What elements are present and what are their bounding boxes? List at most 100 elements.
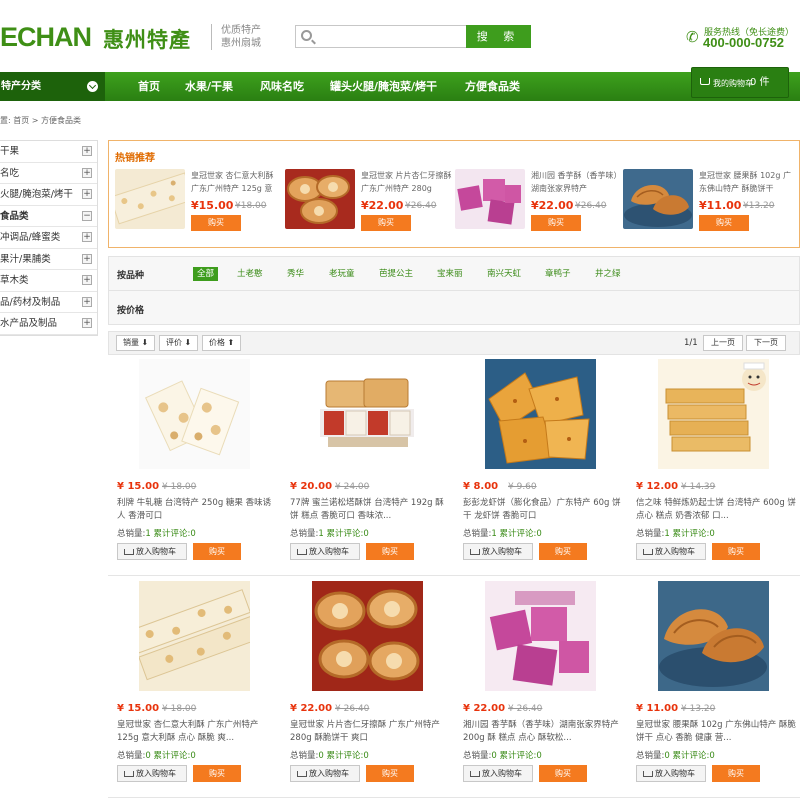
sidebar-item[interactable]: 水产品及制品 + <box>0 313 97 335</box>
reviews-label[interactable]: 累计评论: <box>154 529 191 539</box>
buy-button[interactable]: 购买 <box>366 543 414 560</box>
sidebar-item[interactable]: 草木类 + <box>0 270 97 292</box>
product-image-almond-biscuit[interactable] <box>285 169 355 229</box>
expand-icon[interactable]: + <box>82 146 92 156</box>
product-image-cashew-cookie[interactable] <box>623 169 693 229</box>
expand-icon[interactable]: + <box>82 296 92 307</box>
product-image-cheese-cracker[interactable] <box>658 359 769 469</box>
filter-option[interactable]: 南兴天虹 <box>487 267 521 281</box>
buy-button[interactable]: 购买 <box>539 765 587 782</box>
buy-button[interactable]: 购买 <box>712 543 760 560</box>
next-page-button[interactable]: 下一页 <box>746 335 786 351</box>
product-name[interactable]: 皇冠世家 腰果酥 102g 广东佛山特产 酥脆饼干 点心 香脆 健康 营... <box>636 719 796 745</box>
product-image-nougat[interactable] <box>115 169 185 229</box>
product-name[interactable]: 利牌 牛轧糖 台湾特产 250g 糖果 香味诱人 香滑可口 <box>117 497 277 523</box>
reviews-label[interactable]: 累计评论: <box>673 529 710 539</box>
expand-icon[interactable]: + <box>82 167 92 178</box>
add-to-cart-button[interactable]: 放入购物车 <box>117 765 187 782</box>
product-image-taro-cake[interactable] <box>455 169 525 229</box>
product-name[interactable]: 湘川园 香芋酥（香芋味）湖南张家界特产 200g 酥 糕点 点心 酥软松... <box>463 719 623 745</box>
reviews-label[interactable]: 累计评论: <box>327 751 364 761</box>
add-to-cart-button[interactable]: 放入购物车 <box>463 543 533 560</box>
logo-text-en[interactable]: ECHAN <box>0 22 92 53</box>
hot-item-name[interactable]: 皇冠世家 腰果酥 102g 广东佛山特产 酥脆饼干 <box>699 169 791 195</box>
prev-page-button[interactable]: 上一页 <box>703 335 743 351</box>
nav-item-snacks[interactable]: 风味名吃 <box>260 72 304 101</box>
filter-option[interactable]: 宝来丽 <box>437 267 463 281</box>
hot-item-name[interactable]: 皇冠世家 片片杏仁牙擦酥 广东广州特产 280g <box>361 169 453 195</box>
filter-option[interactable]: 秀华 <box>287 267 304 281</box>
reviews-count[interactable]: 0 <box>190 751 195 761</box>
reviews-count[interactable]: 0 <box>709 529 714 539</box>
product-image-taro-cake[interactable] <box>485 581 596 691</box>
category-menu-toggle[interactable]: 特产分类 <box>0 72 105 101</box>
product-image-nougat[interactable] <box>139 359 250 469</box>
add-to-cart-button[interactable]: 放入购物车 <box>117 543 187 560</box>
nav-item-canned[interactable]: 罐头火腿/腌泡菜/烤干 <box>330 72 437 101</box>
buy-button[interactable]: 购买 <box>191 215 241 231</box>
reviews-count[interactable]: 0 <box>709 751 714 761</box>
expand-icon[interactable]: + <box>82 189 92 199</box>
product-image-cashew-cookie[interactable] <box>658 581 769 691</box>
buy-button[interactable]: 购买 <box>539 543 587 560</box>
reviews-label[interactable]: 累计评论: <box>500 751 537 761</box>
sort-by-review-button[interactable]: 评价 ⬇ <box>159 335 199 351</box>
sidebar-item-active[interactable]: 食品类 − <box>0 206 97 227</box>
reviews-label[interactable]: 累计评论: <box>154 751 191 761</box>
sort-by-sales-button[interactable]: 销量 ⬇ <box>116 335 156 351</box>
filter-option[interactable]: 章鸭子 <box>545 267 571 281</box>
expand-icon[interactable]: + <box>82 253 92 264</box>
sidebar-item[interactable]: 名吃 + <box>0 163 97 184</box>
buy-button[interactable]: 购买 <box>531 215 581 231</box>
expand-icon[interactable]: + <box>82 232 92 242</box>
reviews-count[interactable]: 0 <box>536 751 541 761</box>
reviews-count[interactable]: 0 <box>536 529 541 539</box>
sidebar-item[interactable]: 冲调品/蜂蜜类 + <box>0 227 97 249</box>
filter-option[interactable]: 芭提公主 <box>379 267 413 281</box>
product-image-nougat[interactable] <box>139 581 250 691</box>
add-to-cart-button[interactable]: 放入购物车 <box>636 765 706 782</box>
buy-button[interactable]: 购买 <box>361 215 411 231</box>
expand-icon[interactable]: + <box>82 275 92 285</box>
collapse-icon[interactable]: − <box>82 210 92 221</box>
product-name[interactable]: 皇冠世家 片片杏仁牙擦酥 广东广州特产 280g 酥脆饼干 爽口 <box>290 719 450 745</box>
filter-option-all[interactable]: 全部 <box>193 267 219 281</box>
buy-button[interactable]: 购买 <box>193 765 241 782</box>
product-name[interactable]: 信之味 特鲜炼奶起士饼 台湾特产 600g 饼 点心 糕点 奶香浓郁 口... <box>636 497 796 523</box>
product-image-almond-biscuit[interactable] <box>312 581 423 691</box>
add-to-cart-button[interactable]: 放入购物车 <box>290 765 360 782</box>
hot-item-name[interactable]: 皇冠世家 杏仁意大利酥 广东广州特产 125g 意 <box>191 169 283 195</box>
product-image-pine-cake[interactable] <box>312 359 423 469</box>
product-name[interactable]: 彭彭龙虾饼（膨化食品）广东特产 60g 饼干 龙虾饼 香脆可口 <box>463 497 623 523</box>
logo-text-cn[interactable]: 惠州特產 <box>103 24 191 54</box>
add-to-cart-button[interactable]: 放入购物车 <box>636 543 706 560</box>
nav-item-home[interactable]: 首页 <box>138 72 160 101</box>
add-to-cart-button[interactable]: 放入购物车 <box>290 543 360 560</box>
sidebar-item[interactable]: 果汁/果脯类 + <box>0 249 97 270</box>
reviews-label[interactable]: 累计评论: <box>327 529 364 539</box>
nav-item-fruit[interactable]: 水果/干果 <box>185 72 233 101</box>
hot-item-name[interactable]: 湘川园 香芋酥（香芋味）湖南张家界特产 <box>531 169 623 195</box>
reviews-label[interactable]: 累计评论: <box>500 529 537 539</box>
reviews-count[interactable]: 0 <box>363 751 368 761</box>
filter-option[interactable]: 井之绿 <box>595 267 621 281</box>
buy-button[interactable]: 购买 <box>366 765 414 782</box>
product-name[interactable]: 77牌 蜜兰诺松塔酥饼 台湾特产 192g 酥饼 糕点 香脆可口 香味浓... <box>290 497 450 523</box>
product-name[interactable]: 皇冠世家 杏仁意大利酥 广东广州特产 125g 意大利酥 点心 酥脆 爽... <box>117 719 277 745</box>
sidebar-item[interactable]: 品/药材及制品 + <box>0 292 97 313</box>
buy-button[interactable]: 购买 <box>712 765 760 782</box>
sort-by-price-button[interactable]: 价格 ⬆ <box>202 335 242 351</box>
filter-option[interactable]: 老玩童 <box>329 267 355 281</box>
sidebar-item[interactable]: 火腿/腌泡菜/烤干 + <box>0 184 97 206</box>
cart-button[interactable]: 我的购物车 0 件 <box>691 67 789 98</box>
nav-item-instant-food[interactable]: 方便食品类 <box>465 72 520 101</box>
search-input[interactable] <box>318 29 458 44</box>
product-image-shrimp-chips[interactable] <box>485 359 596 469</box>
reviews-label[interactable]: 累计评论: <box>673 751 710 761</box>
expand-icon[interactable]: + <box>82 318 92 328</box>
buy-button[interactable]: 购买 <box>193 543 241 560</box>
sidebar-item[interactable]: 干果 + <box>0 141 97 163</box>
buy-button[interactable]: 购买 <box>699 215 749 231</box>
reviews-count[interactable]: 0 <box>363 529 368 539</box>
filter-option[interactable]: 土老憨 <box>237 267 263 281</box>
